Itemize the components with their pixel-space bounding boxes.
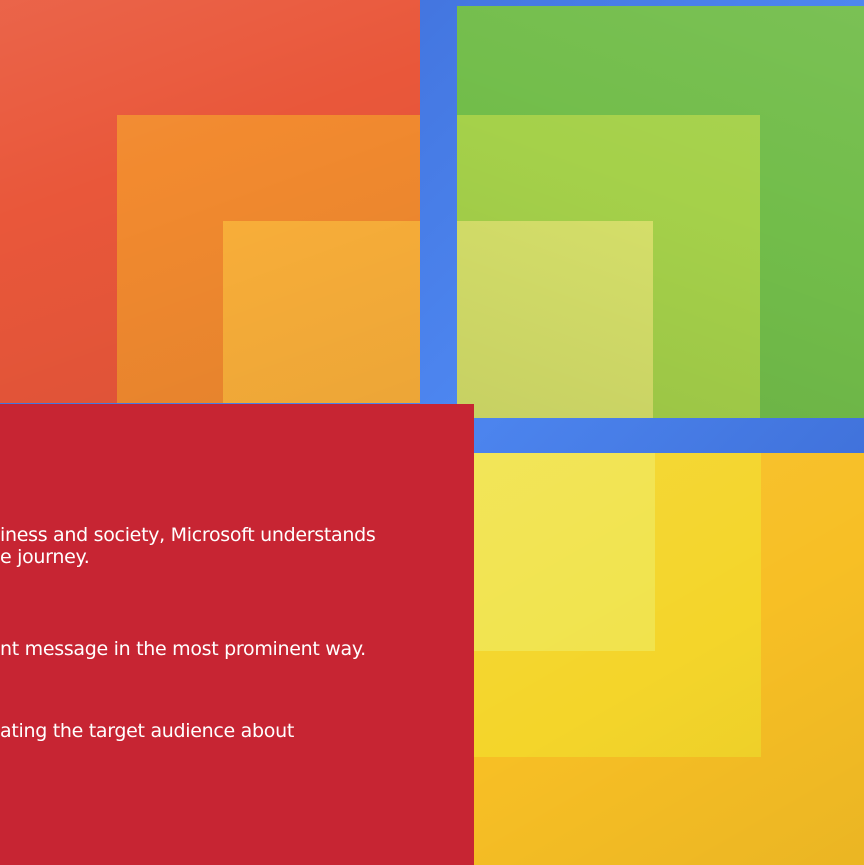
green-tile bbox=[457, 6, 864, 418]
panel-text-line-1: iness and society, Microsoft understands bbox=[0, 524, 376, 546]
panel-text-line-2: e journey. bbox=[0, 546, 90, 568]
text-panel: iness and society, Microsoft understands… bbox=[0, 404, 474, 865]
panel-text-line-4: ating the target audience about bbox=[0, 720, 294, 742]
panel-text-line-3: nt message in the most prominent way. bbox=[0, 638, 366, 660]
yellow-tile-shading bbox=[473, 453, 864, 865]
red-tile bbox=[0, 0, 420, 403]
hero-background: iness and society, Microsoft understands… bbox=[0, 0, 864, 865]
red-tile-shading bbox=[0, 0, 420, 403]
yellow-tile bbox=[473, 453, 864, 865]
green-tile-shading bbox=[457, 6, 864, 418]
